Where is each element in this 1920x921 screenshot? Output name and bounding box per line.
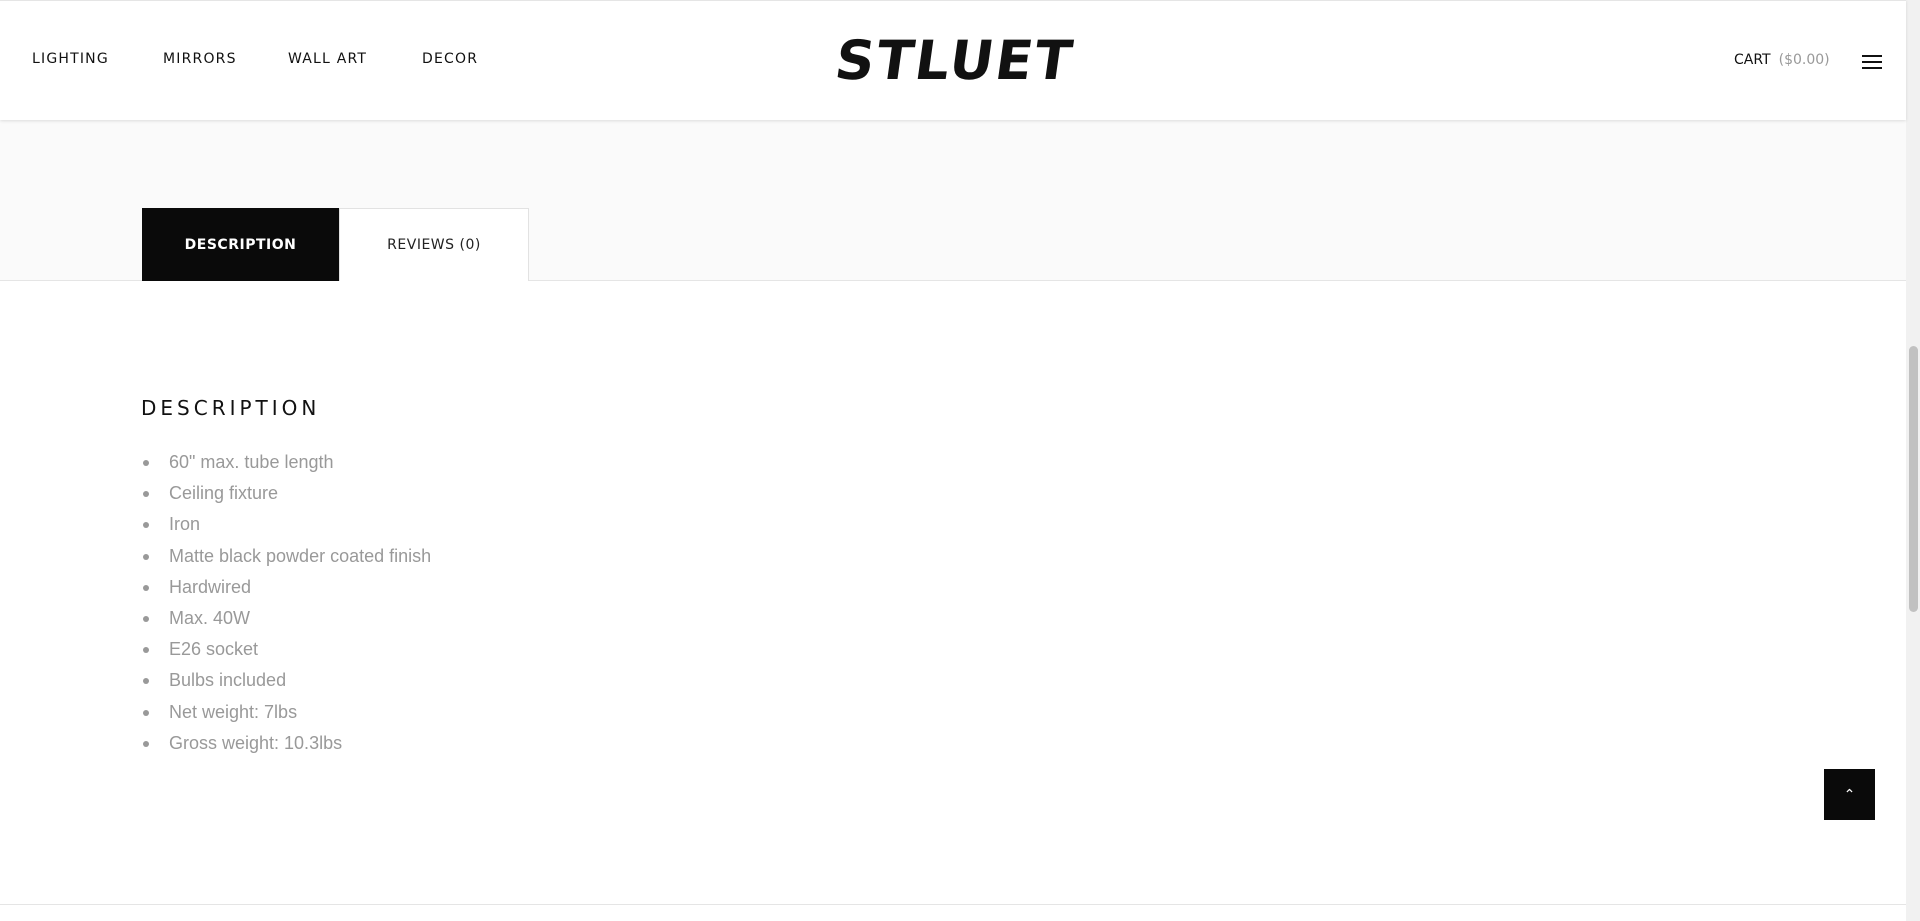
nav-decor[interactable]: DECOR xyxy=(422,51,478,67)
list-item: Hardwired xyxy=(141,575,431,606)
divider xyxy=(0,904,1906,905)
scrollbar[interactable] xyxy=(1906,0,1920,921)
list-item: Net weight: 7lbs xyxy=(141,700,431,731)
list-item: Gross weight: 10.3lbs xyxy=(141,731,431,762)
logo[interactable]: STLUET xyxy=(827,29,1082,92)
tab-description[interactable]: DESCRIPTION xyxy=(142,208,339,281)
list-item: E26 socket xyxy=(141,637,431,668)
hamburger-icon[interactable] xyxy=(1862,55,1882,69)
back-to-top-button[interactable]: ⌃ xyxy=(1824,769,1875,820)
nav-lighting[interactable]: LIGHTING xyxy=(32,51,109,67)
list-item: Iron xyxy=(141,512,431,543)
cart-link[interactable]: CART ($0.00) xyxy=(1734,52,1830,68)
list-item: 60" max. tube length xyxy=(141,450,431,481)
list-item: Matte black powder coated finish xyxy=(141,544,431,575)
chevron-up-icon: ⌃ xyxy=(1843,786,1856,803)
cart-amount: ($0.00) xyxy=(1778,52,1830,68)
list-item: Ceiling fixture xyxy=(141,481,431,512)
nav-mirrors[interactable]: MIRRORS xyxy=(163,51,237,67)
cart-label: CART xyxy=(1734,52,1771,68)
description-list: 60" max. tube length Ceiling fixture Iro… xyxy=(141,450,431,762)
site-header: LIGHTING MIRRORS WALL ART DECOR STLUET C… xyxy=(0,0,1906,120)
scrollbar-thumb[interactable] xyxy=(1909,346,1918,612)
list-item: Bulbs included xyxy=(141,668,431,699)
description-heading: DESCRIPTION xyxy=(141,396,321,420)
nav-wall-art[interactable]: WALL ART xyxy=(288,51,367,67)
tab-reviews[interactable]: REVIEWS (0) xyxy=(339,208,529,281)
list-item: Max. 40W xyxy=(141,606,431,637)
